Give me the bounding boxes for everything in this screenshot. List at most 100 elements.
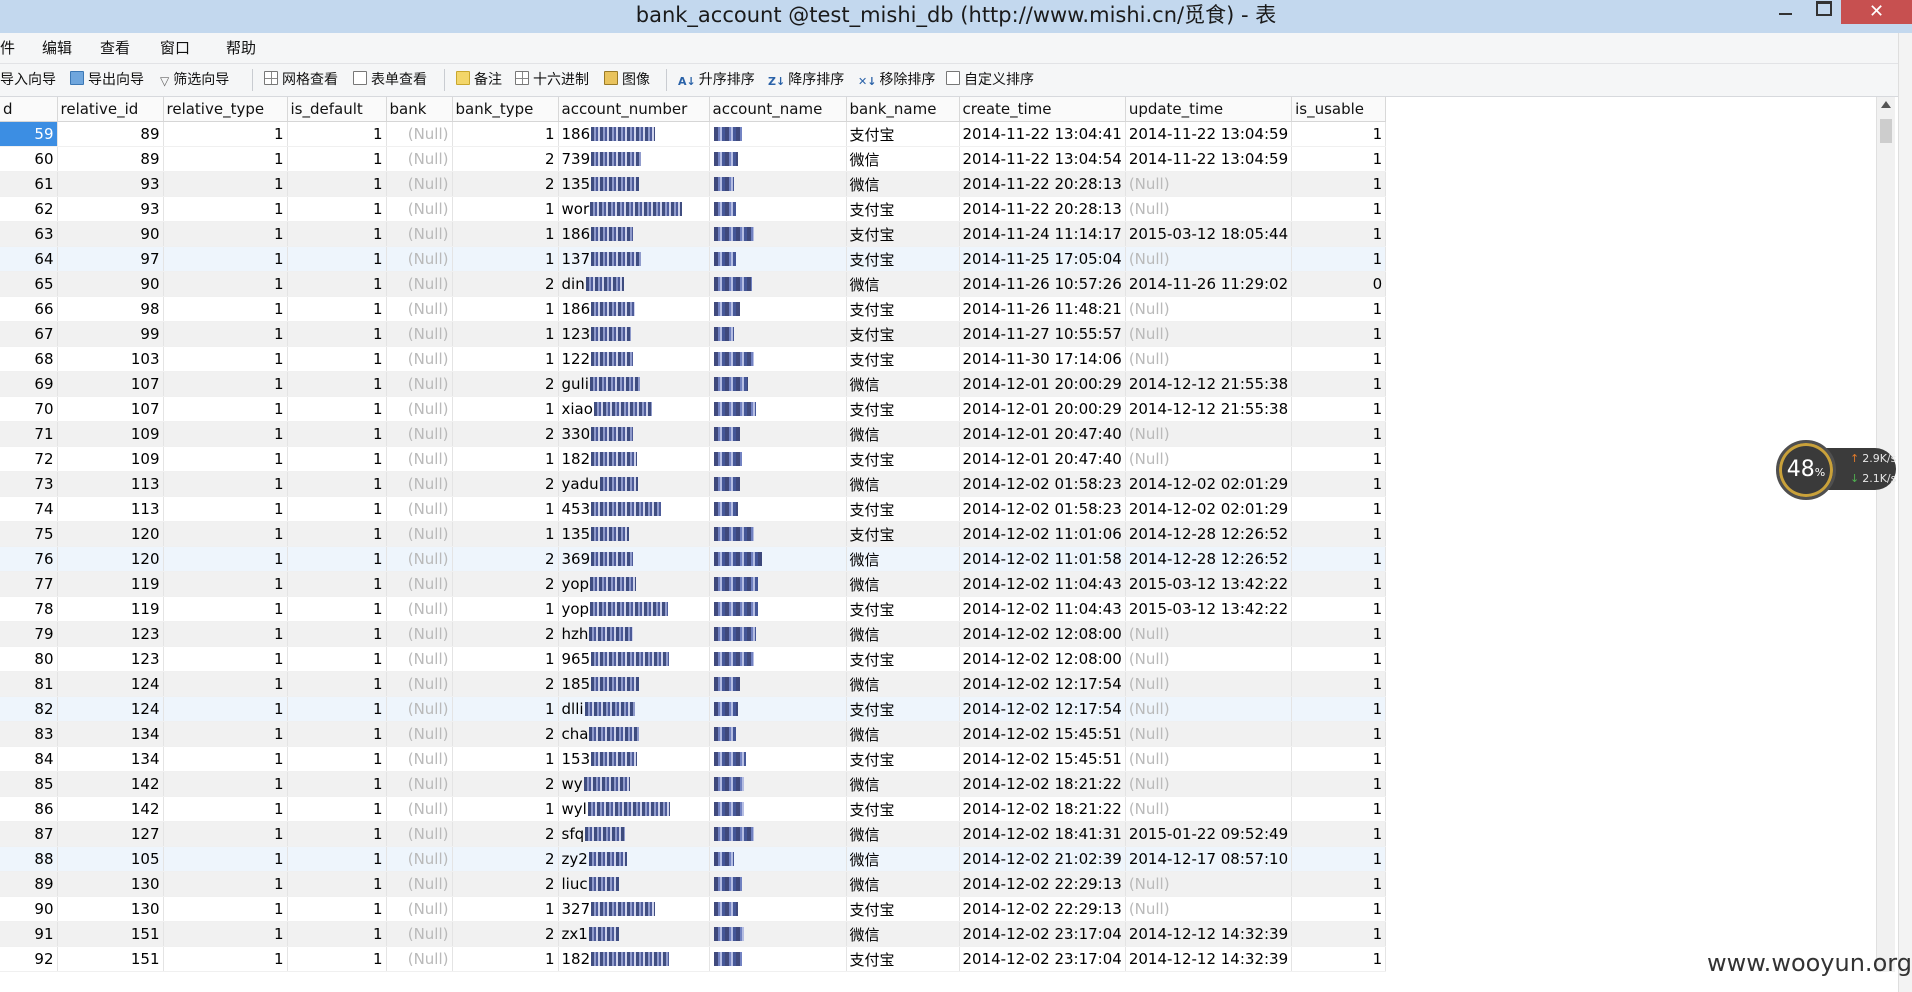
cell-is-usable[interactable]: 1 xyxy=(1291,946,1387,972)
cell-bank-type[interactable]: 2 xyxy=(452,171,559,197)
cell-is-default[interactable]: 1 xyxy=(287,471,387,497)
cell-account-name[interactable] xyxy=(709,246,847,272)
cell-is-usable[interactable]: 1 xyxy=(1291,721,1387,747)
cell-bank-name[interactable]: 支付宝 xyxy=(846,296,960,322)
cell-bank-name[interactable]: 支付宝 xyxy=(846,396,960,422)
cell-create-time[interactable]: 2014-12-02 18:21:22 xyxy=(959,796,1126,822)
cell-relative-type[interactable]: 1 xyxy=(163,121,288,147)
cell-create-time[interactable]: 2014-12-02 21:02:39 xyxy=(959,846,1126,872)
cell-bank-type[interactable]: 1 xyxy=(452,321,559,347)
cell-relative-type[interactable]: 1 xyxy=(163,721,288,747)
cell-id[interactable]: 90 xyxy=(0,896,58,922)
cell-update-time[interactable]: (Null) xyxy=(1125,296,1293,322)
cell-is-default[interactable]: 1 xyxy=(287,221,387,247)
cell-is-default[interactable]: 1 xyxy=(287,246,387,272)
cell-bank[interactable]: (Null) xyxy=(386,571,453,597)
cell-account-number[interactable]: 186 xyxy=(558,121,710,147)
cell-bank-name[interactable]: 支付宝 xyxy=(846,121,960,147)
cell-bank[interactable]: (Null) xyxy=(386,621,453,647)
cell-update-time[interactable]: 2015-03-12 13:42:22 xyxy=(1125,571,1293,597)
cell-bank-type[interactable]: 2 xyxy=(452,721,559,747)
cell-relative-type[interactable]: 1 xyxy=(163,221,288,247)
cell-bank-type[interactable]: 1 xyxy=(452,746,559,772)
cell-update-time[interactable]: (Null) xyxy=(1125,246,1293,272)
cell-bank[interactable]: (Null) xyxy=(386,921,453,947)
cell-account-name[interactable] xyxy=(709,696,847,722)
cell-bank[interactable]: (Null) xyxy=(386,396,453,422)
cell-bank-name[interactable]: 微信 xyxy=(846,771,960,797)
cell-account-number[interactable]: 186 xyxy=(558,221,710,247)
cell-id[interactable]: 64 xyxy=(0,246,58,272)
vertical-scrollbar[interactable] xyxy=(1876,97,1895,972)
table-row[interactable]: 70 107 1 1 (Null) 1 xiao 支付宝 2014-12-01 20:00:29… xyxy=(0,396,1387,422)
cell-account-name[interactable] xyxy=(709,471,847,497)
cell-relative-id[interactable]: 120 xyxy=(57,521,164,547)
cell-bank-name[interactable]: 支付宝 xyxy=(846,496,960,522)
cell-bank-type[interactable]: 1 xyxy=(452,596,559,622)
cell-bank[interactable]: (Null) xyxy=(386,321,453,347)
cell-create-time[interactable]: 2014-12-02 12:08:00 xyxy=(959,646,1126,672)
table-row[interactable]: 72 109 1 1 (Null) 1 182 支付宝 2014-12-01 20:47:40(… xyxy=(0,446,1387,472)
cell-update-time[interactable]: 2015-03-12 18:05:44 xyxy=(1125,221,1293,247)
cell-account-number[interactable]: 330 xyxy=(558,421,710,447)
table-row[interactable]: 84 134 1 1 (Null) 1 153 支付宝 2014-12-02 15:45:51(… xyxy=(0,746,1387,772)
cell-bank-name[interactable]: 微信 xyxy=(846,421,960,447)
cell-relative-id[interactable]: 93 xyxy=(57,171,164,197)
cell-is-default[interactable]: 1 xyxy=(287,621,387,647)
cell-bank[interactable]: (Null) xyxy=(386,846,453,872)
table-row[interactable]: 67 99 1 1 (Null) 1 123 支付宝 2014-11-27 10:55:57 (N… xyxy=(0,321,1387,347)
cell-relative-type[interactable]: 1 xyxy=(163,496,288,522)
cell-bank-name[interactable]: 支付宝 xyxy=(846,346,960,372)
cell-is-default[interactable]: 1 xyxy=(287,571,387,597)
cell-is-default[interactable]: 1 xyxy=(287,696,387,722)
cell-relative-id[interactable]: 134 xyxy=(57,721,164,747)
cell-update-time[interactable]: (Null) xyxy=(1125,796,1293,822)
cell-account-name[interactable] xyxy=(709,846,847,872)
table-row[interactable]: 76 120 1 1 (Null) 2 369 微信 2014-12-02 11:01:58 20… xyxy=(0,546,1387,572)
column-header-bank[interactable]: bank xyxy=(386,97,453,122)
cell-relative-type[interactable]: 1 xyxy=(163,571,288,597)
cell-relative-id[interactable]: 105 xyxy=(57,846,164,872)
cell-is-default[interactable]: 1 xyxy=(287,296,387,322)
cell-is-usable[interactable]: 1 xyxy=(1291,696,1387,722)
menu-file[interactable]: 件 xyxy=(0,33,15,63)
cell-relative-type[interactable]: 1 xyxy=(163,446,288,472)
column-header-bank-name[interactable]: bank_name xyxy=(846,97,960,122)
cell-account-number[interactable]: wor xyxy=(558,196,710,222)
cell-relative-id[interactable]: 151 xyxy=(57,921,164,947)
form-view-button[interactable]: 表单查看 xyxy=(353,64,427,96)
column-header-id[interactable]: d xyxy=(0,97,58,122)
cell-bank-name[interactable]: 支付宝 xyxy=(846,946,960,972)
cell-update-time[interactable]: 2014-12-12 21:55:38 xyxy=(1125,371,1293,397)
column-header-account-name[interactable]: account_name xyxy=(709,97,847,122)
cell-update-time[interactable]: (Null) xyxy=(1125,421,1293,447)
cell-is-default[interactable]: 1 xyxy=(287,821,387,847)
cell-create-time[interactable]: 2014-12-02 12:17:54 xyxy=(959,671,1126,697)
cell-create-time[interactable]: 2014-11-22 13:04:54 xyxy=(959,146,1126,172)
cell-relative-id[interactable]: 151 xyxy=(57,946,164,972)
table-row[interactable]: 83 134 1 1 (Null) 2 cha 微信 2014-12-02 15:45:51 (N… xyxy=(0,721,1387,747)
cell-bank-type[interactable]: 2 xyxy=(452,771,559,797)
cell-bank-name[interactable]: 支付宝 xyxy=(846,321,960,347)
cell-relative-type[interactable]: 1 xyxy=(163,696,288,722)
cell-account-name[interactable] xyxy=(709,871,847,897)
cell-relative-type[interactable]: 1 xyxy=(163,271,288,297)
cell-bank-type[interactable]: 2 xyxy=(452,271,559,297)
cell-bank[interactable]: (Null) xyxy=(386,146,453,172)
cell-account-number[interactable]: wyl xyxy=(558,796,710,822)
cell-create-time[interactable]: 2014-12-02 15:45:51 xyxy=(959,721,1126,747)
table-row[interactable]: 80 123 1 1 (Null) 1 965 支付宝 2014-12-02 12:08:00(… xyxy=(0,646,1387,672)
table-row[interactable]: 79 123 1 1 (Null) 2 hzh 微信 2014-12-02 12:08:00 (N… xyxy=(0,621,1387,647)
cell-account-number[interactable]: xiao xyxy=(558,396,710,422)
sort-descending-button[interactable]: Z↓ 降序排序 xyxy=(768,64,844,96)
cell-bank-name[interactable]: 支付宝 xyxy=(846,521,960,547)
table-row[interactable]: 87 127 1 1 (Null) 2 sfq 微信 2014-12-02 18:41:31 20… xyxy=(0,821,1387,847)
cell-relative-id[interactable]: 120 xyxy=(57,546,164,572)
table-row[interactable]: 65 90 1 1 (Null) 2 din 微信 2014-11-26 10:57:26 201… xyxy=(0,271,1387,297)
column-header-bank-type[interactable]: bank_type xyxy=(452,97,559,122)
cell-id[interactable]: 86 xyxy=(0,796,58,822)
cell-bank-name[interactable]: 微信 xyxy=(846,371,960,397)
cell-relative-type[interactable]: 1 xyxy=(163,196,288,222)
cell-relative-type[interactable]: 1 xyxy=(163,796,288,822)
cell-bank-type[interactable]: 1 xyxy=(452,196,559,222)
